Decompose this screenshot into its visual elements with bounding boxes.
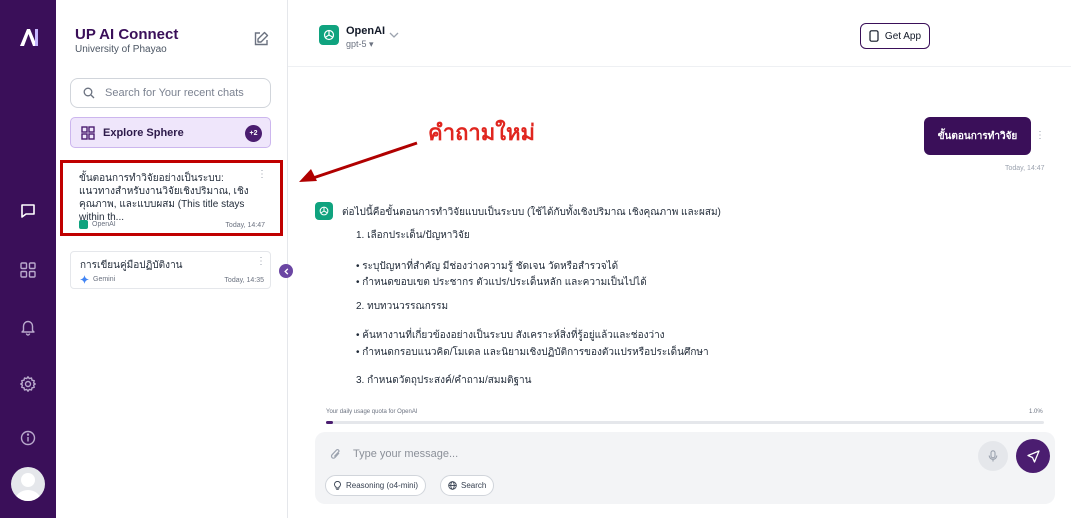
get-app-button[interactable]: Get App [860, 23, 930, 49]
microphone-button[interactable] [978, 441, 1008, 471]
chevron-left-icon [283, 267, 288, 275]
assistant-bullet: • กำหนดขอบเขต ประชากร ตัวแปร/ประเด็นหลัก… [356, 277, 647, 288]
user-message-bubble: ขั้นตอนการทำวิจัย [924, 117, 1031, 155]
new-chat-icon[interactable] [252, 30, 270, 48]
left-rail [0, 0, 56, 518]
message-options-icon[interactable]: ⋮ [1035, 130, 1045, 141]
assistant-avatar-icon [315, 202, 333, 220]
reasoning-chip-label: Reasoning (o4-mini) [346, 481, 419, 490]
search-chip[interactable]: Search [440, 475, 495, 496]
reasoning-chip[interactable]: Reasoning (o4-mini) [325, 475, 427, 496]
assistant-step: 2. ทบทวนวรรณกรรม [356, 301, 449, 312]
openai-icon[interactable] [319, 25, 339, 45]
usage-progress-bar [326, 421, 1044, 424]
message-input[interactable] [353, 446, 953, 462]
grid-nav-icon[interactable] [16, 258, 40, 282]
more-options-icon[interactable]: ⋮ [256, 257, 266, 267]
chat-list-item[interactable]: การเขียนคู่มือปฏิบัติงาน ⋮ Gemini Today,… [70, 251, 271, 289]
microphone-icon [988, 450, 998, 462]
model-name[interactable]: OpenAI [346, 25, 385, 37]
chat-model-label: Gemini [93, 276, 116, 283]
assistant-bullet: • ค้นหางานที่เกี่ยวข้องอย่างเป็นระบบ สัง… [356, 330, 665, 341]
brand-title: UP AI Connect [75, 26, 179, 43]
header-divider [288, 66, 1071, 67]
chat-model: Gemini [80, 275, 115, 284]
send-icon [1026, 449, 1040, 463]
bell-icon[interactable] [16, 315, 40, 339]
message-time: Today, 14:47 [1005, 165, 1045, 172]
search-icon [83, 87, 95, 99]
collapse-sidebar-button[interactable] [279, 264, 293, 278]
annotation-label: คำถามใหม่ [428, 121, 535, 146]
assistant-step: 3. กำหนดวัตถุประสงค์/คำถาม/สมมติฐาน [356, 375, 532, 386]
lightbulb-icon [334, 481, 341, 490]
avatar[interactable] [11, 467, 45, 501]
explore-sphere-button[interactable]: Explore Sphere +2 [70, 117, 271, 148]
send-button[interactable] [1016, 439, 1050, 473]
grid-icon [81, 125, 95, 140]
gear-icon[interactable] [16, 372, 40, 396]
explore-label: Explore Sphere [103, 126, 184, 139]
assistant-step: 1. เลือกประเด็น/ปัญหาวิจัย [356, 230, 470, 241]
usage-percent: 1.0% [1029, 409, 1043, 415]
annotation-arrow-icon [299, 141, 418, 182]
search-input[interactable] [105, 87, 265, 99]
search-chip-label: Search [461, 481, 487, 490]
get-app-label: Get App [884, 30, 922, 42]
chat-title: การเขียนคู่มือปฏิบัติงาน [80, 260, 183, 271]
search-box[interactable] [70, 78, 271, 108]
model-version[interactable]: gpt-5 ▾ [346, 39, 374, 50]
chat-nav-icon[interactable] [16, 199, 40, 223]
sidebar: UP AI Connect University of Phayao Explo… [56, 0, 288, 518]
brand-subtitle: University of Phayao [75, 44, 167, 55]
assistant-bullet: • ระบุปัญหาที่สำคัญ มีช่องว่างความรู้ ชั… [356, 261, 619, 272]
annotation-highlight-box [60, 160, 283, 236]
info-icon[interactable] [16, 426, 40, 450]
assistant-intro: ต่อไปนี้คือขั้นตอนการทำวิจัยแบบเป็นระบบ … [342, 207, 721, 218]
paperclip-icon[interactable] [330, 447, 342, 461]
usage-progress-fill [326, 421, 334, 424]
usage-label: Your daily usage quota for OpenAI [326, 409, 418, 415]
gemini-icon [80, 275, 89, 284]
chat-time: Today, 14:35 [224, 277, 264, 284]
chevron-down-icon[interactable] [389, 31, 399, 39]
globe-icon [448, 481, 457, 490]
phone-icon [869, 30, 879, 42]
app-logo-icon[interactable] [18, 26, 40, 48]
explore-badge: +2 [245, 125, 262, 142]
message-composer: Reasoning (o4-mini) Search [315, 432, 1055, 504]
assistant-bullet: • กำหนดกรอบแนวคิด/โมเดล และนิยามเชิงปฏิบ… [356, 347, 709, 358]
